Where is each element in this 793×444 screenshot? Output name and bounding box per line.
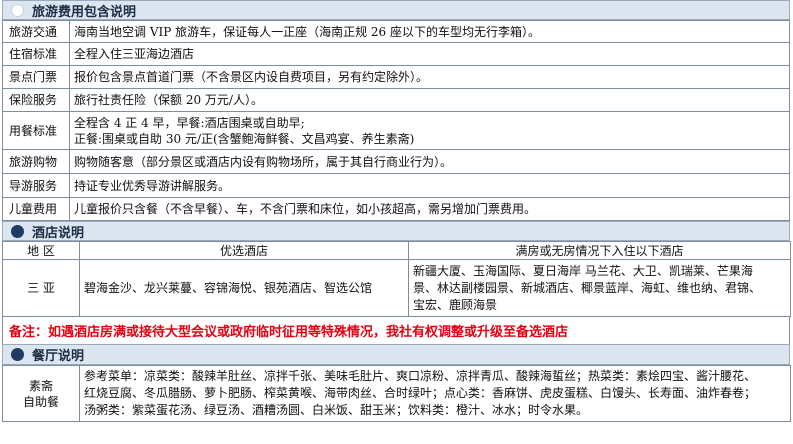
row-text: 旅行社责任险（保额 20 万元/人）。 xyxy=(69,88,790,112)
itinerary-document: 旅游费用包含说明 旅游交通 海南当地空调 VIP 旅游车，保证每人一正座（海南正… xyxy=(2,0,791,422)
table-row: 儿童费用 儿童报价只含餐（不含早餐）、车，不含门票和床位，如小孩超高，需另增加门… xyxy=(2,197,790,221)
table-row: 住宿标准 全程入住三亚海边酒店 xyxy=(2,42,790,66)
row-label: 旅游购物 xyxy=(2,149,70,174)
text-line: 全程含 4 正 4 早，早餐:酒店围桌或自助早; xyxy=(74,115,305,130)
text-line: 宝宏、鹿顾海景 xyxy=(413,297,498,312)
section-title: 旅游费用包含说明 xyxy=(32,4,137,20)
row-text: 全程入住三亚海边酒店 xyxy=(69,42,790,66)
hotel-table: 地 区 优选酒店 满房或无房情况下入住以下酒店 三 亚 碧海金沙、龙兴莱蔓、容锦… xyxy=(2,241,791,317)
text-line: 自助餐 xyxy=(22,394,59,409)
row-label: 保险服务 xyxy=(2,88,70,112)
row-label: 景点门票 xyxy=(2,65,70,89)
bullet-icon xyxy=(11,224,24,238)
row-text: 报价包含景点首道门票（不含景区内设自费项目，另有约定除外）。 xyxy=(69,65,790,89)
row-label: 用餐标准 xyxy=(2,111,70,150)
row-label: 导游服务 xyxy=(2,173,70,198)
row-label: 住宿标准 xyxy=(2,42,70,66)
table-row: 保险服务 旅行社责任险（保额 20 万元/人）。 xyxy=(2,88,790,112)
meal-type-cell: 素斋 自助餐 xyxy=(2,365,80,422)
section-title: 餐厅说明 xyxy=(32,349,85,364)
row-label: 旅游交通 xyxy=(2,20,70,43)
row-label: 儿童费用 xyxy=(2,197,70,221)
table-row: 导游服务 持证专业优秀导游讲解服务。 xyxy=(2,173,790,198)
text-line: 素斋 xyxy=(28,378,53,393)
table-row: 景点门票 报价包含景点首道门票（不含景区内设自费项目，另有约定除外）。 xyxy=(2,65,790,89)
text-line: 新疆大厦、玉海国际、夏日海岸 马兰花、大卫、凯瑞莱、芒果海 xyxy=(413,263,753,278)
text-line: 景、林达副楼园景、新城酒店、椰景蓝岸、海虹、维也纳、君锦、 xyxy=(413,280,762,295)
alternative-hotels: 新疆大厦、玉海国际、夏日海岸 马兰花、大卫、凯瑞莱、芒果海 景、林达副楼园景、新… xyxy=(408,259,791,317)
header-preferred-hotel: 优选酒店 xyxy=(79,241,409,260)
table-row: 素斋 自助餐 参考菜单：凉菜类：酸辣羊肚丝、凉拌千张、美味毛肚片、爽口凉粉、凉拌… xyxy=(2,365,791,422)
preferred-hotels: 碧海金沙、龙兴莱蔓、容锦海悦、银苑酒店、智选公馆 xyxy=(79,259,409,317)
remark-note: 备注：如遇酒店房满或接待大型会议或政府临时征用等特殊情况，我社有权调整或升级至备… xyxy=(2,317,790,344)
text-line: 参考菜单：凉菜类：酸辣羊肚丝、凉拌千张、美味毛肚片、爽口凉粉、凉拌青瓜、酸辣海蜇… xyxy=(84,369,757,383)
row-text: 持证专业优秀导游讲解服务。 xyxy=(69,173,790,198)
row-text: 购物随客意（部分景区或酒店内设有购物场所，属于其自行商业行为）。 xyxy=(69,149,790,174)
fee-includes-table: 旅游交通 海南当地空调 VIP 旅游车，保证每人一正座（海南正规 26 座以下的… xyxy=(2,20,790,221)
row-text: 全程含 4 正 4 早，早餐:酒店围桌或自助早; 正餐:围桌或自助 30 元/正… xyxy=(69,111,790,150)
text-line: 正餐:围桌或自助 30 元/正(含蟹鲍海鲜餐、文昌鸡宴、养生素斋) xyxy=(74,131,415,146)
text-line: 红烧豆腐、冬瓜腊肠、萝卜肥肠、榨菜黄喉、海带肉丝、合时绿叶；点心类：香麻饼、虎皮… xyxy=(84,386,757,400)
section-title: 酒店说明 xyxy=(32,225,85,241)
table-row: 用餐标准 全程含 4 正 4 早，早餐:酒店围桌或自助早; 正餐:围桌或自助 3… xyxy=(2,111,790,150)
header-alternative-hotel: 满房或无房情况下入住以下酒店 xyxy=(408,241,791,260)
section-header-fee-includes: 旅游费用包含说明 xyxy=(2,0,790,20)
table-row: 旅游交通 海南当地空调 VIP 旅游车，保证每人一正座（海南正规 26 座以下的… xyxy=(2,20,790,43)
section-header-hotel: 酒店说明 xyxy=(2,221,790,241)
menu-text: 参考菜单：凉菜类：酸辣羊肚丝、凉拌千张、美味毛肚片、爽口凉粉、凉拌青瓜、酸辣海蜇… xyxy=(79,365,791,422)
restaurant-table: 素斋 自助餐 参考菜单：凉菜类：酸辣羊肚丝、凉拌千张、美味毛肚片、爽口凉粉、凉拌… xyxy=(2,365,791,422)
table-header-row: 地 区 优选酒店 满房或无房情况下入住以下酒店 xyxy=(2,241,791,260)
bullet-icon xyxy=(11,3,24,17)
table-row: 三 亚 碧海金沙、龙兴莱蔓、容锦海悦、银苑酒店、智选公馆 新疆大厦、玉海国际、夏… xyxy=(2,259,791,317)
row-text: 儿童报价只含餐（不含早餐）、车，不含门票和床位，如小孩超高，需另增加门票费用。 xyxy=(69,197,790,221)
table-row: 旅游购物 购物随客意（部分景区或酒店内设有购物场所，属于其自行商业行为）。 xyxy=(2,149,790,174)
section-header-restaurant: 餐厅说明 xyxy=(2,344,790,365)
header-region: 地 区 xyxy=(2,241,80,260)
region-cell: 三 亚 xyxy=(2,259,80,317)
bullet-icon xyxy=(11,348,24,361)
row-text: 海南当地空调 VIP 旅游车，保证每人一正座（海南正规 26 座以下的车型均无行… xyxy=(69,20,790,43)
text-line: 汤粥类：紫菜蛋花汤、绿豆汤、酒糟汤圆、白米饭、甜玉米；饮料类：橙汁、冰水；时令水… xyxy=(84,403,589,417)
